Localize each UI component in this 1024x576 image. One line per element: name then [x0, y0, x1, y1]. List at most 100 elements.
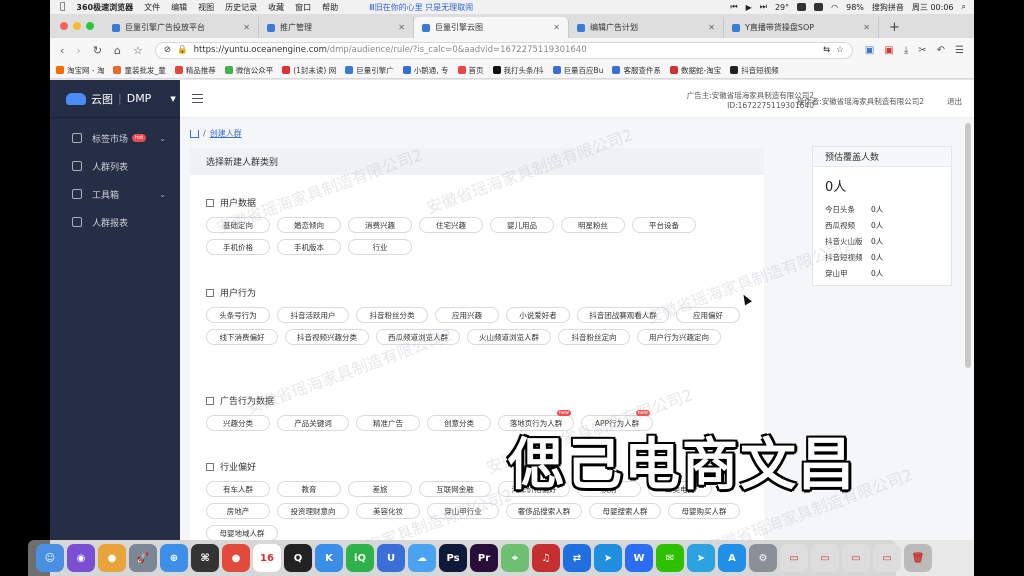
category-chip[interactable]: 互联网金融	[419, 481, 491, 497]
category-chip[interactable]: 差旅	[348, 481, 412, 497]
dock-maps-icon[interactable]: ⌖	[501, 544, 529, 572]
star-icon[interactable]: ☆	[133, 44, 143, 57]
dock-netease-music-icon[interactable]: ♫	[532, 544, 560, 572]
dock-teamviewer-icon[interactable]: ⇄	[563, 544, 591, 572]
wifi-icon[interactable]: ◠	[831, 3, 838, 12]
dock-chrome2-icon[interactable]: ●	[222, 544, 250, 572]
bookmark-item[interactable]: 抖音短视频	[730, 65, 779, 76]
dock-baidu-netdisk-icon[interactable]: ☁	[408, 544, 436, 572]
category-chip[interactable]: 抖音活跃用户	[277, 307, 349, 323]
dock-screenshot-icon[interactable]: ▭	[811, 544, 839, 572]
product-switch-icon[interactable]: ▼	[170, 95, 175, 103]
prev-track-icon[interactable]: ⏮	[730, 2, 737, 12]
close-tab-icon[interactable]: ✕	[243, 23, 250, 32]
dock-photoshop-icon[interactable]: Ps	[439, 544, 467, 572]
download-icon[interactable]: ⤓	[904, 45, 908, 56]
dock-downloads-icon[interactable]: ▭	[873, 544, 901, 572]
category-chip[interactable]: 抖音视频兴趣分类	[285, 329, 369, 345]
category-chip[interactable]: 房地产	[206, 503, 270, 519]
category-chip[interactable]: 火山频道浏览人群	[467, 329, 551, 345]
dock-telegram-icon[interactable]: ➤	[687, 544, 715, 572]
bookmark-item[interactable]: 精品推荐	[174, 65, 216, 76]
category-chip[interactable]: 产品关键词	[277, 415, 349, 431]
tab-3[interactable]: 编辑广告计划 ✕	[569, 17, 724, 38]
category-chip[interactable]: 母婴购买人群	[668, 503, 740, 519]
bookmark-item[interactable]: 小鹅通, 专	[402, 65, 449, 76]
play-icon[interactable]: ▶	[746, 3, 752, 12]
bookmark-item[interactable]: 客服查件系	[612, 65, 661, 76]
menu-file[interactable]: 文件	[144, 2, 160, 13]
extension-icon[interactable]: ▣	[884, 45, 893, 56]
category-chip[interactable]: 抖音粉丝定向	[558, 329, 630, 345]
app-menu[interactable]: 360极速浏览器	[76, 2, 133, 13]
dock-trash-icon[interactable]: 🗑	[904, 544, 932, 572]
tab-1[interactable]: 推广管理 ✕	[259, 17, 414, 38]
category-chip[interactable]: 美容化妆	[356, 503, 420, 519]
dock-chrome-icon[interactable]: ●	[98, 544, 126, 572]
category-chip[interactable]: 应用兴趣	[435, 307, 499, 323]
dock-wps-icon[interactable]: W	[625, 544, 653, 572]
extension-icon[interactable]: ▣	[865, 45, 874, 56]
dock-feishu-icon[interactable]: ➤	[594, 544, 622, 572]
reload-icon[interactable]: ↻	[93, 44, 102, 57]
translate-icon[interactable]: ⇆	[823, 45, 830, 55]
chevron-down-icon[interactable]: ⌄	[159, 190, 166, 199]
home-icon[interactable]: ⌂	[114, 44, 121, 57]
sidebar-item-2[interactable]: 工具箱 ⌄	[50, 180, 180, 208]
menu-help[interactable]: 帮助	[322, 2, 338, 13]
tab-4[interactable]: Y直播带货操盘SOP ✕	[724, 17, 879, 38]
new-tab-button[interactable]: +	[879, 17, 910, 38]
close-tab-icon[interactable]: ✕	[398, 23, 405, 32]
sidebar-item-1[interactable]: 人群列表	[50, 152, 180, 180]
breadcrumb-home-icon[interactable]	[190, 129, 199, 138]
menu-view[interactable]: 视图	[198, 2, 214, 13]
bookmark-item[interactable]: 巨量百应Bu	[552, 65, 603, 76]
apple-menu-icon[interactable]: 	[60, 2, 65, 12]
tab-2[interactable]: 巨量引擎云图 ✕	[414, 17, 569, 38]
category-chip[interactable]: 明星粉丝	[561, 217, 625, 233]
input-method-text[interactable]: 搜狗拼音	[872, 2, 904, 13]
category-chip[interactable]: 母婴地域人群	[206, 525, 278, 540]
category-chip[interactable]: 西瓜频道浏览人群	[376, 329, 460, 345]
bookmark-item[interactable]: 微信公众平	[224, 65, 273, 76]
spotlight-icon[interactable]: ⌕	[962, 2, 966, 12]
menu-icon[interactable]: ☰	[955, 45, 964, 56]
category-chip[interactable]: 穿山甲行业	[427, 503, 499, 519]
category-chip[interactable]: 母婴搜索人群	[589, 503, 661, 519]
category-chip[interactable]: 行业	[348, 239, 412, 255]
address-bar[interactable]: ⊘ 🔒 https://yuntu.oceanengine.com/dmp/au…	[154, 41, 853, 59]
category-chip[interactable]: 兴趣分类	[206, 415, 270, 431]
status-icon[interactable]	[814, 3, 824, 11]
menu-window[interactable]: 窗口	[295, 2, 311, 13]
close-tab-icon[interactable]: ✕	[553, 23, 560, 32]
dock-wechat-icon[interactable]: ✉	[656, 544, 684, 572]
category-chip[interactable]: 应用偏好	[676, 307, 740, 323]
dock-preview-icon[interactable]: ▭	[780, 544, 808, 572]
category-chip[interactable]: 有车人群	[206, 481, 270, 497]
tab-0[interactable]: 巨量引擎广告投放平台 ✕	[104, 17, 259, 38]
dock-premiere-icon[interactable]: Pr	[470, 544, 498, 572]
undo-icon[interactable]: ↶	[937, 45, 945, 56]
close-tab-icon[interactable]: ✕	[863, 23, 870, 32]
dock-notes-icon[interactable]: ▭	[842, 544, 870, 572]
sidebar-item-3[interactable]: 人群报表	[50, 208, 180, 236]
category-chip[interactable]: 手机价格	[206, 239, 270, 255]
dock-calendar-icon[interactable]: 16	[253, 544, 281, 572]
category-chip[interactable]: 奢侈品搜索人群	[506, 503, 582, 519]
dock-qq-icon[interactable]: Q	[284, 544, 312, 572]
bookmark-item[interactable]: 数据蛇-淘宝	[669, 65, 721, 76]
bookmark-item[interactable]: 淘宝网 - 淘	[56, 65, 104, 76]
bookmark-item[interactable]: 巨量引擎广	[345, 65, 394, 76]
category-chip[interactable]: 精准广告	[356, 415, 420, 431]
dock-ucbrowser-icon[interactable]: U	[377, 544, 405, 572]
dock-appstore-icon[interactable]: A	[718, 544, 746, 572]
page-scrollbar[interactable]	[965, 123, 971, 368]
close-window-icon[interactable]	[60, 22, 68, 30]
bookmark-item[interactable]: 童装批发_童	[113, 65, 166, 76]
dock-launchpad-icon[interactable]: 🚀	[129, 544, 157, 572]
minimize-window-icon[interactable]	[73, 22, 81, 30]
category-chip[interactable]: 住宅兴趣	[419, 217, 483, 233]
forward-icon[interactable]: ›	[76, 44, 80, 57]
status-icon[interactable]	[797, 3, 807, 11]
menu-bookmarks[interactable]: 收藏	[268, 2, 284, 13]
